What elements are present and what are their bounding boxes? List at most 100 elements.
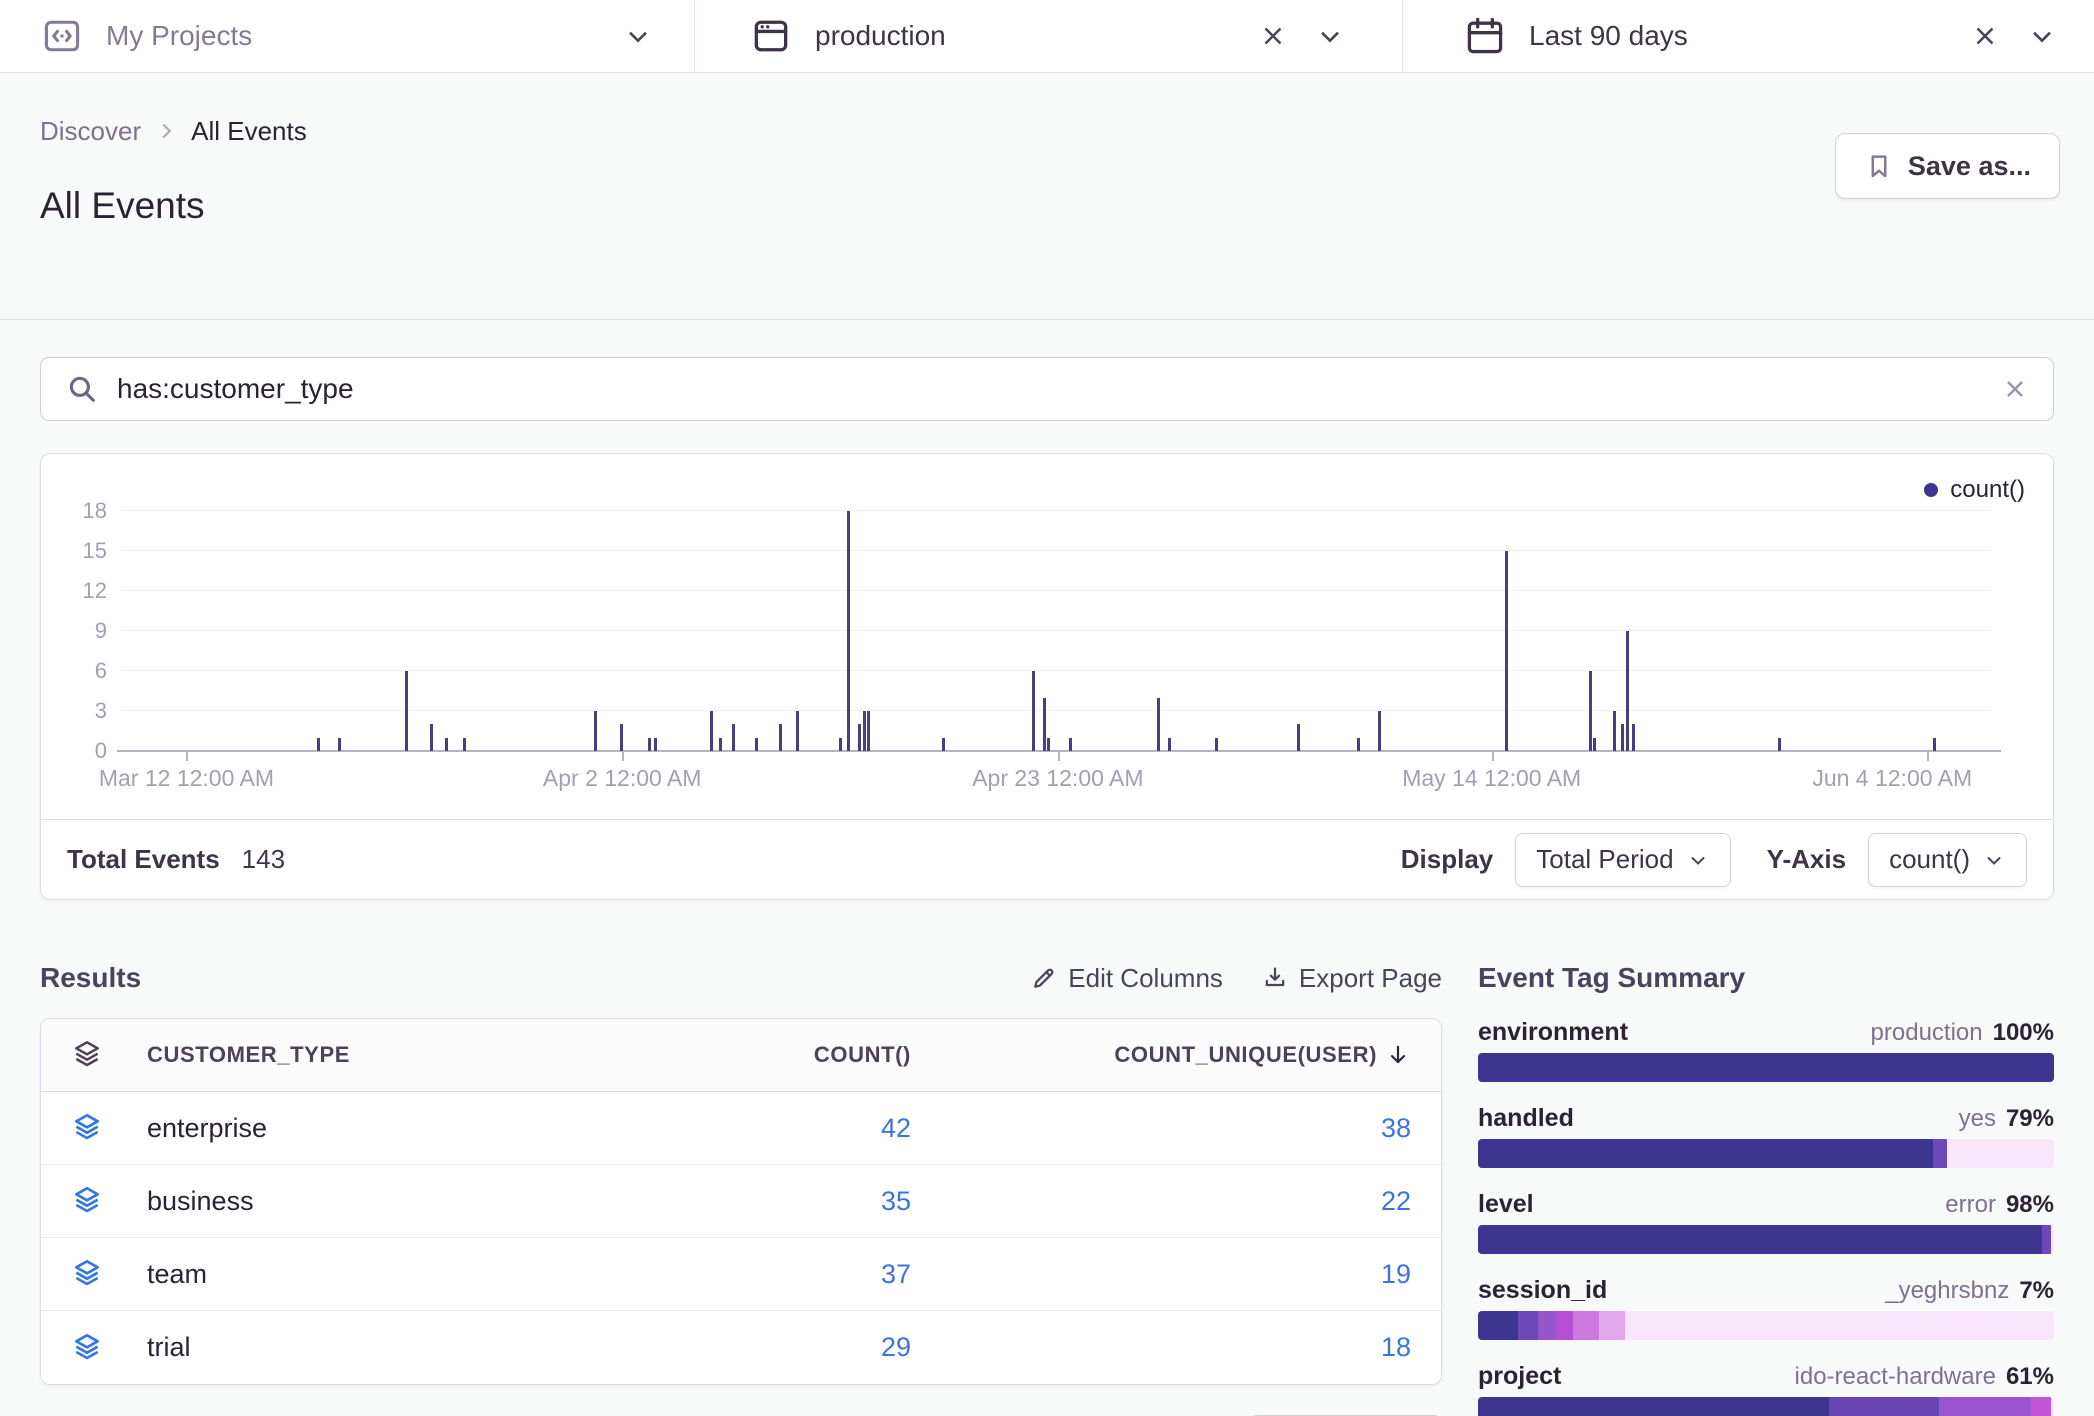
- date-range-selector[interactable]: Last 90 days: [1402, 0, 2094, 72]
- chart-bar[interactable]: [1157, 698, 1160, 751]
- tag-bar-segment[interactable]: [1625, 1311, 2054, 1340]
- chart-bar[interactable]: [654, 738, 657, 751]
- tag-bar-segment[interactable]: [1556, 1311, 1573, 1340]
- chart-bar[interactable]: [1047, 738, 1050, 751]
- chart-bar[interactable]: [1032, 671, 1035, 751]
- chart-bar[interactable]: [867, 711, 870, 751]
- search-input[interactable]: has:customer_type: [117, 373, 2001, 405]
- chart-bar[interactable]: [405, 671, 408, 751]
- chart-bar[interactable]: [1043, 698, 1046, 751]
- tag-bar-segment[interactable]: [1947, 1139, 2054, 1168]
- customer-type-cell[interactable]: team: [147, 1259, 631, 1290]
- column-header-count-unique[interactable]: COUNT_UNIQUE(USER): [911, 1042, 1411, 1068]
- chevron-down-icon[interactable]: [1314, 20, 1346, 52]
- chart-bar[interactable]: [710, 711, 713, 751]
- chart-bar[interactable]: [1297, 724, 1300, 751]
- tag-bar-segment[interactable]: [1538, 1311, 1555, 1340]
- chart-bar[interactable]: [942, 738, 945, 751]
- tag-bar-segment[interactable]: [1478, 1225, 2042, 1254]
- chart-bar[interactable]: [1215, 738, 1218, 751]
- chart-bar[interactable]: [430, 724, 433, 751]
- tag-bar-segment[interactable]: [1478, 1311, 1518, 1340]
- project-selector[interactable]: My Projects: [0, 0, 694, 72]
- customer-type-cell[interactable]: business: [147, 1186, 631, 1217]
- chart-bar[interactable]: [858, 724, 861, 751]
- chart-bar[interactable]: [719, 738, 722, 751]
- chart-bar[interactable]: [755, 738, 758, 751]
- count-unique-cell[interactable]: 19: [911, 1259, 1411, 1290]
- edit-columns-button[interactable]: Edit Columns: [1030, 963, 1223, 994]
- tag-distribution-bar[interactable]: [1478, 1311, 2054, 1340]
- tag-bar-segment[interactable]: [1478, 1397, 1829, 1416]
- tag-bar-segment[interactable]: [2051, 1397, 2054, 1416]
- chart-bar[interactable]: [648, 738, 651, 751]
- chart-bar[interactable]: [732, 724, 735, 751]
- chevron-down-icon[interactable]: [622, 20, 654, 52]
- tag-bar-segment[interactable]: [1478, 1053, 2054, 1082]
- clear-search-icon[interactable]: [2001, 375, 2029, 403]
- export-page-button[interactable]: Export Page: [1261, 963, 1442, 994]
- environment-selector[interactable]: production: [694, 0, 1402, 72]
- tag-bar-segment[interactable]: [1933, 1139, 1947, 1168]
- breadcrumb-discover-link[interactable]: Discover: [40, 116, 141, 147]
- tag-bar-segment[interactable]: [1518, 1311, 1538, 1340]
- tag-distribution-bar[interactable]: [1478, 1225, 2054, 1254]
- layers-icon[interactable]: [71, 1332, 147, 1364]
- close-icon[interactable]: [1970, 21, 2000, 51]
- chart-bar[interactable]: [1626, 631, 1629, 751]
- chart-bar[interactable]: [1168, 738, 1171, 751]
- chart-bar[interactable]: [1069, 738, 1072, 751]
- chart-bar[interactable]: [839, 738, 842, 751]
- chart-bar[interactable]: [847, 511, 850, 751]
- events-chart-plot[interactable]: 0369121518Mar 12 12:00 AMApr 2 12:00 AMA…: [121, 511, 1991, 751]
- chart-bar[interactable]: [1593, 738, 1596, 751]
- customer-type-cell[interactable]: trial: [147, 1332, 631, 1363]
- count-cell[interactable]: 29: [631, 1332, 911, 1363]
- column-header-count[interactable]: COUNT(): [631, 1042, 911, 1068]
- chart-bar[interactable]: [338, 738, 341, 751]
- column-header-customer-type[interactable]: CUSTOMER_TYPE: [147, 1042, 631, 1068]
- chart-bar[interactable]: [1778, 738, 1781, 751]
- tag-bar-segment[interactable]: [1573, 1311, 1599, 1340]
- tag-bar-segment[interactable]: [2031, 1397, 2051, 1416]
- chart-bar[interactable]: [317, 738, 320, 751]
- layers-icon[interactable]: [71, 1112, 147, 1144]
- search-bar[interactable]: has:customer_type: [40, 357, 2054, 421]
- chart-bar[interactable]: [620, 724, 623, 751]
- layers-icon[interactable]: [71, 1258, 147, 1290]
- chart-bar[interactable]: [594, 711, 597, 751]
- count-unique-cell[interactable]: 22: [911, 1186, 1411, 1217]
- close-icon[interactable]: [1258, 21, 1288, 51]
- count-unique-cell[interactable]: 18: [911, 1332, 1411, 1363]
- chart-bar[interactable]: [1613, 711, 1616, 751]
- save-as-button[interactable]: Save as...: [1835, 133, 2060, 199]
- customer-type-cell[interactable]: enterprise: [147, 1113, 631, 1144]
- tag-bar-segment[interactable]: [2051, 1225, 2054, 1254]
- chart-bar[interactable]: [1357, 738, 1360, 751]
- count-cell[interactable]: 42: [631, 1113, 911, 1144]
- tag-bar-segment[interactable]: [1599, 1311, 1625, 1340]
- chart-bar[interactable]: [463, 738, 466, 751]
- chart-bar[interactable]: [1505, 551, 1508, 751]
- tag-bar-segment[interactable]: [1478, 1139, 1933, 1168]
- count-cell[interactable]: 35: [631, 1186, 911, 1217]
- chart-bar[interactable]: [863, 711, 866, 751]
- count-cell[interactable]: 37: [631, 1259, 911, 1290]
- chart-bar[interactable]: [1378, 711, 1381, 751]
- chart-bar[interactable]: [1621, 724, 1624, 751]
- chart-bar[interactable]: [1589, 671, 1592, 751]
- tag-bar-segment[interactable]: [2042, 1225, 2051, 1254]
- tag-bar-segment[interactable]: [1939, 1397, 2031, 1416]
- yaxis-dropdown[interactable]: count(): [1868, 833, 2027, 887]
- chart-bar[interactable]: [1933, 738, 1936, 751]
- chart-bar[interactable]: [1632, 724, 1635, 751]
- tag-distribution-bar[interactable]: [1478, 1397, 2054, 1416]
- layers-icon[interactable]: [71, 1039, 147, 1071]
- tag-bar-segment[interactable]: [1829, 1397, 1938, 1416]
- tag-distribution-bar[interactable]: [1478, 1139, 2054, 1168]
- count-unique-cell[interactable]: 38: [911, 1113, 1411, 1144]
- layers-icon[interactable]: [71, 1185, 147, 1217]
- display-dropdown[interactable]: Total Period: [1515, 833, 1730, 887]
- chart-bar[interactable]: [445, 738, 448, 751]
- chevron-down-icon[interactable]: [2026, 20, 2058, 52]
